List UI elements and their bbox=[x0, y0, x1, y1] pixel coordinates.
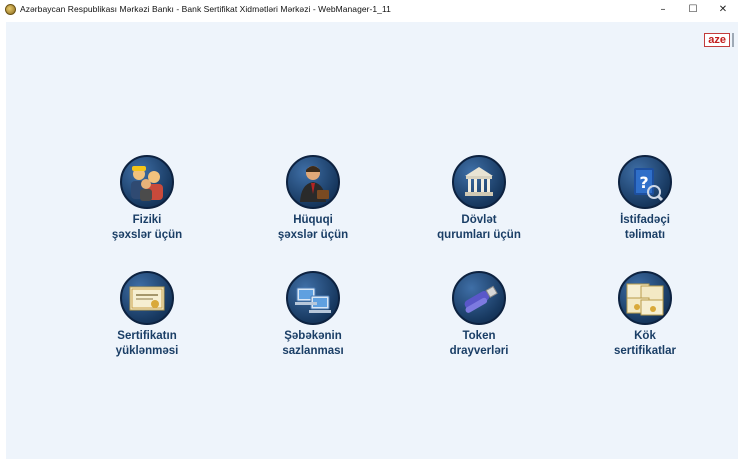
tile-label-line1: Sertifikatın bbox=[117, 330, 177, 342]
tile-sebekenin[interactable]: Şəbəkənin sazlanması bbox=[243, 271, 383, 359]
tile-label: Token drayverləri bbox=[409, 329, 549, 359]
window-controls: – ☐ ✕ bbox=[648, 0, 738, 18]
tile-label-line1: Şəbəkənin bbox=[284, 330, 342, 342]
government-building-icon bbox=[452, 155, 506, 209]
tile-label: Sertifikatın yüklənməsi bbox=[77, 329, 217, 359]
network-computers-icon bbox=[286, 271, 340, 325]
tile-fiziki[interactable]: Fiziki şəxslər üçün bbox=[77, 155, 217, 243]
tile-label-line2: drayverləri bbox=[449, 345, 509, 357]
window-title: Azərbaycan Respublikası Mərkəzi Bankı - … bbox=[20, 4, 391, 14]
tile-label: Hüquqi şəxslər üçün bbox=[243, 213, 383, 243]
people-icon bbox=[120, 155, 174, 209]
main-content: aze Fiziki şəxslər üçün Hüquqi şəxslər ü… bbox=[6, 22, 738, 459]
tile-label-line1: Dövlət bbox=[461, 214, 497, 226]
svg-text:?: ? bbox=[639, 173, 648, 192]
tile-sertifikatin[interactable]: Sertifikatın yüklənməsi bbox=[77, 271, 217, 359]
tile-label: İstifadəçi təlimatı bbox=[575, 213, 715, 243]
tile-label: Dövlət qurumları üçün bbox=[409, 213, 549, 243]
language-selector: aze bbox=[704, 33, 734, 47]
usb-token-icon bbox=[452, 271, 506, 325]
tile-label-line1: Token bbox=[462, 330, 496, 342]
tile-label-line1: Kök bbox=[634, 330, 656, 342]
tile-label: Fiziki şəxslər üçün bbox=[77, 213, 217, 243]
tile-label-line2: qurumları üçün bbox=[437, 229, 521, 241]
tile-label: Kök sertifikatlar bbox=[575, 329, 715, 359]
tile-label-line1: Fiziki bbox=[132, 214, 162, 226]
tile-istifadeci[interactable]: ? İstifadəçi təlimatı bbox=[575, 155, 715, 243]
maximize-button[interactable]: ☐ bbox=[678, 0, 708, 18]
tile-label-line2: sazlanması bbox=[282, 345, 344, 357]
businessman-icon bbox=[286, 155, 340, 209]
language-button[interactable]: aze bbox=[704, 33, 730, 47]
close-button[interactable]: ✕ bbox=[708, 0, 738, 18]
tile-label: Şəbəkənin sazlanması bbox=[243, 329, 383, 359]
tile-label-line2: təlimatı bbox=[624, 229, 666, 241]
root-certificates-icon bbox=[618, 271, 672, 325]
tile-token[interactable]: Token drayverləri bbox=[409, 271, 549, 359]
language-next-edge bbox=[732, 33, 734, 47]
tile-label-line1: Hüquqi bbox=[293, 214, 333, 226]
tile-dovlet[interactable]: Dövlət qurumları üçün bbox=[409, 155, 549, 243]
tile-label-line2: şəxslər üçün bbox=[277, 229, 349, 241]
tile-label-line1: İstifadəçi bbox=[620, 214, 670, 226]
tile-label-line2: sertifikatlar bbox=[613, 345, 676, 357]
tile-label-line2: şəxslər üçün bbox=[111, 229, 183, 241]
tile-label-line2: yüklənməsi bbox=[115, 345, 179, 357]
tile-huquqi[interactable]: Hüquqi şəxslər üçün bbox=[243, 155, 383, 243]
app-emblem-icon bbox=[5, 3, 16, 15]
title-bar: Azərbaycan Respublikası Mərkəzi Bankı - … bbox=[0, 0, 738, 18]
minimize-button[interactable]: – bbox=[648, 0, 678, 18]
help-book-icon: ? bbox=[618, 155, 672, 209]
tile-kok[interactable]: Kök sertifikatlar bbox=[575, 271, 715, 359]
certificate-icon bbox=[120, 271, 174, 325]
